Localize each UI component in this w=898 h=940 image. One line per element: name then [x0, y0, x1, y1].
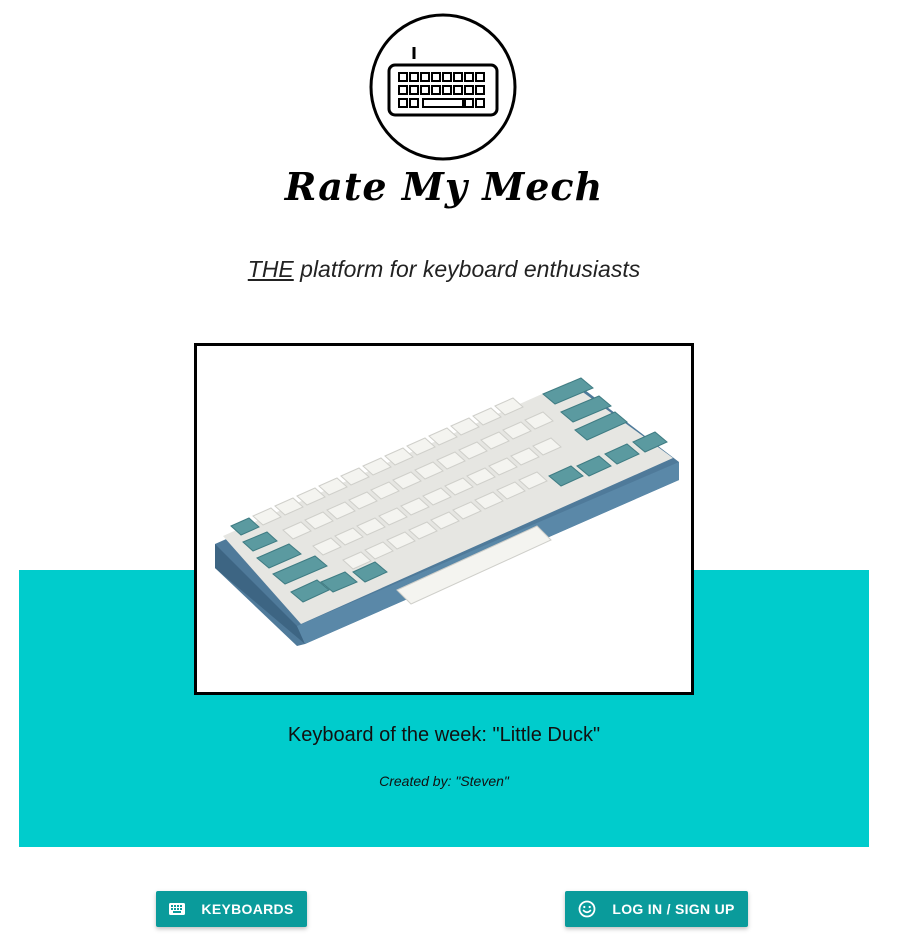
keyboard-of-week-title: Keyboard of the week: "Little Duck" — [287, 724, 601, 746]
keyboards-button[interactable]: KEYBOARDS — [156, 891, 307, 927]
tagline: THE platform for keyboard enthusiasts — [0, 256, 888, 283]
landing-page: Rate My Mech THE platform for keyboard e… — [0, 0, 898, 940]
keyboard-icon — [169, 903, 186, 915]
login-signup-button-label: LOG IN / SIGN UP — [612, 901, 735, 917]
brand-name: Rate My Mech — [284, 164, 604, 209]
tagline-rest: platform for keyboard enthusiasts — [300, 256, 641, 282]
login-signup-button[interactable]: LOG IN / SIGN UP — [565, 891, 748, 927]
smiley-icon — [578, 900, 596, 918]
keyboard-logo-icon — [369, 13, 517, 161]
keyboard-of-week-creator: Created by: "Steven" — [379, 773, 509, 789]
keyboard-of-week-photo — [194, 343, 694, 695]
tagline-emphasis: THE — [247, 256, 294, 282]
keyboards-button-label: KEYBOARDS — [201, 901, 294, 917]
